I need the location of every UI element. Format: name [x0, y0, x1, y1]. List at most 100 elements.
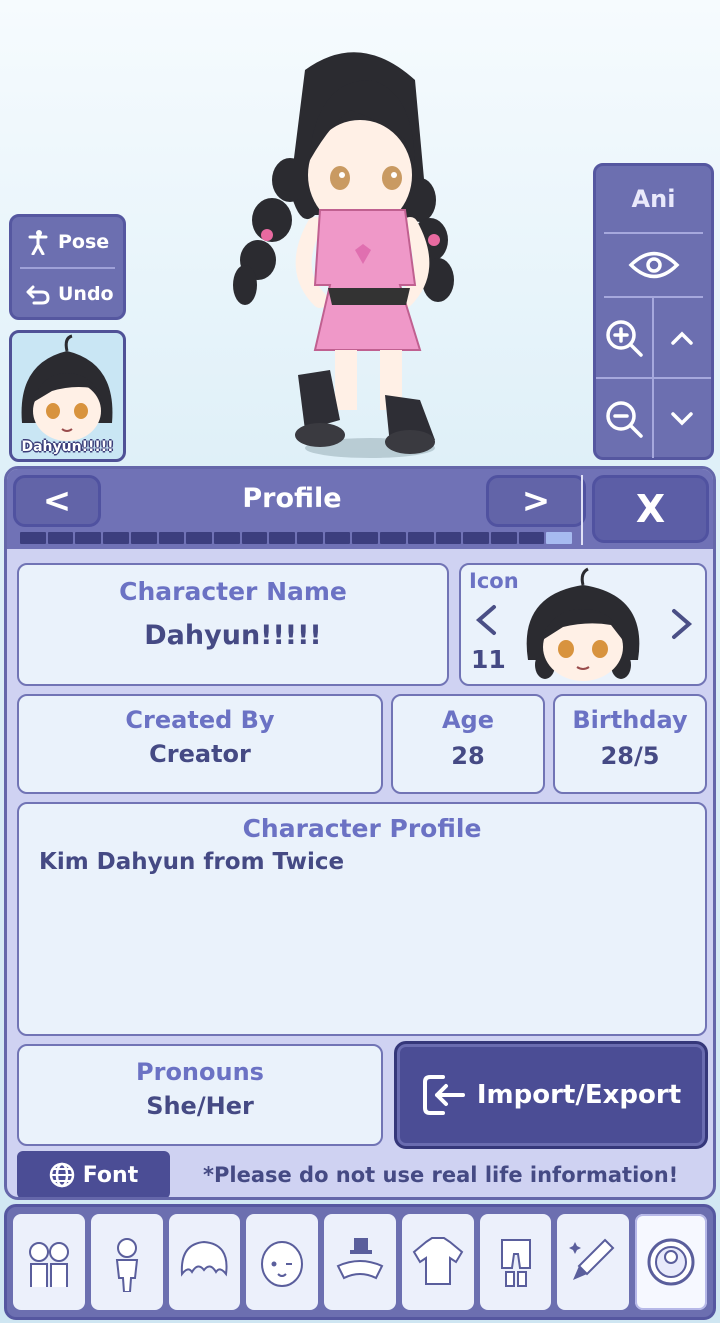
eye-icon [628, 251, 679, 279]
profile-icon [647, 1238, 695, 1286]
progress-segment [213, 532, 240, 544]
zoom-out-button[interactable] [596, 379, 654, 458]
progress-segment [269, 532, 296, 544]
progress-segment [297, 532, 323, 544]
move-down-button[interactable] [654, 379, 712, 458]
characters-icon [28, 1242, 69, 1287]
progress-segment [435, 532, 462, 544]
character-stage: Pose Undo Dahyun!!!!! Ani [0, 0, 720, 462]
chevron-right-icon [672, 609, 693, 639]
character-icon-preview [526, 567, 640, 681]
pose-label: Pose [58, 231, 110, 253]
icon-next-button[interactable] [667, 607, 697, 647]
ani-label: Ani [631, 185, 676, 213]
close-button[interactable]: X [592, 475, 709, 543]
created-by-card[interactable]: Created By Creator [17, 694, 383, 794]
pronouns-card[interactable]: Pronouns She/Her [17, 1044, 383, 1146]
pose-icon [28, 230, 48, 255]
top-icon [412, 1237, 464, 1285]
chevron-right-icon: > [521, 481, 551, 521]
created-by-value: Creator [149, 740, 251, 768]
progress-segment [75, 532, 102, 544]
character-slot-name: Dahyun!!!!! [21, 439, 114, 455]
progress-segment [20, 532, 46, 544]
progress-segment [103, 532, 129, 544]
progress-segment [546, 532, 573, 544]
font-label: Font [82, 1162, 139, 1188]
panel-title: Profile [242, 483, 342, 514]
chevron-up-icon [671, 331, 693, 345]
pose-undo-panel: Pose Undo [9, 214, 126, 320]
import-icon [422, 1075, 465, 1115]
progress-segment [130, 532, 157, 544]
zoom-controls [596, 298, 711, 458]
icon-label: Icon [469, 569, 519, 593]
birthday-card[interactable]: Birthday 28/5 [553, 694, 707, 794]
view-controls-panel: Ani [593, 163, 714, 460]
toolbar-profile-button[interactable] [635, 1214, 708, 1310]
age-label: Age [441, 706, 495, 734]
toolbar-characters-button[interactable] [13, 1214, 85, 1310]
progress-segment [324, 532, 351, 544]
toolbar-face-button[interactable] [246, 1214, 319, 1310]
chevron-down-icon [671, 411, 693, 425]
hair-icon [181, 1240, 228, 1277]
toolbar-top-button[interactable] [401, 1214, 474, 1310]
chevron-left-icon [475, 605, 496, 635]
divider [581, 475, 583, 545]
character-profile-text: Kim Dahyun from Twice [39, 849, 345, 875]
character-profile-card[interactable]: Character Profile Kim Dahyun from Twice [17, 802, 707, 1036]
progress-segment [352, 532, 379, 544]
zoom-out-icon [606, 400, 643, 438]
props-icon [569, 1238, 615, 1280]
visibility-toggle[interactable] [596, 234, 711, 296]
undo-button[interactable]: Undo [12, 269, 123, 319]
icon-prev-button[interactable] [471, 603, 501, 643]
profile-panel: < Profile > X Character Name Dahyun!!!!!… [4, 466, 716, 1200]
character-name-card[interactable]: Character Name Dahyun!!!!! [17, 563, 449, 686]
accessories-icon [336, 1238, 384, 1280]
age-value: 28 [451, 742, 485, 770]
toolbar-accessories-button[interactable] [324, 1214, 396, 1310]
chevron-left-icon: < [42, 481, 72, 521]
character-slot[interactable]: Dahyun!!!!! [9, 330, 126, 462]
progress-segment [186, 532, 212, 544]
progress-segment [241, 532, 268, 544]
ani-button[interactable]: Ani [596, 166, 711, 232]
character-figure[interactable] [210, 40, 480, 465]
panel-header: < Profile > X [7, 469, 713, 549]
character-name-value: Dahyun!!!!! [144, 620, 322, 651]
privacy-notice: *Please do not use real life information… [203, 1163, 679, 1187]
next-page-button[interactable]: > [486, 475, 586, 527]
toolbar-body-button[interactable] [90, 1214, 163, 1310]
undo-icon [26, 285, 50, 305]
zoom-in-button[interactable] [596, 298, 654, 379]
created-by-label: Created By [125, 706, 275, 734]
category-toolbar [4, 1204, 716, 1320]
birthday-label: Birthday [572, 706, 688, 734]
pronouns-label: Pronouns [136, 1058, 264, 1086]
progress-segment [47, 532, 74, 544]
import-export-label: Import/Export [476, 1080, 682, 1110]
progress-segment [518, 532, 545, 544]
import-export-button[interactable]: Import/Export [394, 1041, 708, 1149]
zoom-in-icon [606, 319, 643, 357]
toolbar-bottom-button[interactable] [479, 1214, 552, 1310]
bottom-icon [500, 1239, 531, 1287]
progress-segment [380, 532, 406, 544]
character-profile-label: Character Profile [242, 814, 482, 843]
pronouns-value: She/Her [146, 1092, 254, 1120]
toolbar-hair-button[interactable] [168, 1214, 241, 1310]
move-up-button[interactable] [653, 298, 711, 379]
close-icon: X [635, 487, 666, 531]
toolbar-props-button[interactable] [557, 1214, 630, 1310]
progress-segment [463, 532, 489, 544]
pose-button[interactable]: Pose [12, 217, 123, 267]
font-button[interactable]: Font [17, 1151, 170, 1197]
previous-page-button[interactable]: < [13, 475, 101, 527]
face-icon [261, 1241, 304, 1287]
icon-number: 11 [471, 645, 506, 674]
undo-label: Undo [58, 283, 114, 305]
icon-selector-card: Icon 11 [459, 563, 707, 686]
age-card[interactable]: Age 28 [391, 694, 545, 794]
